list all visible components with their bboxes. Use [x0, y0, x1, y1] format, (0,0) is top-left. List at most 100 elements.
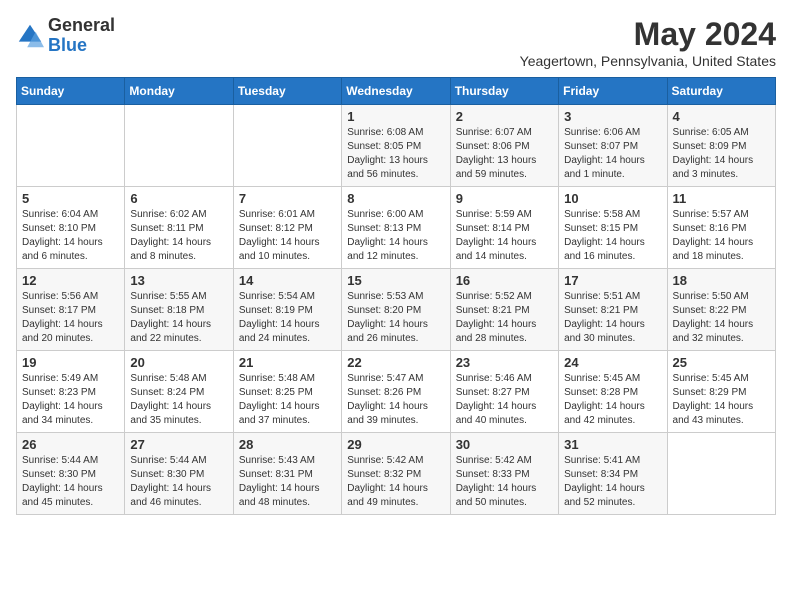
cell-sun-info: Sunrise: 5:51 AM Sunset: 8:21 PM Dayligh… — [564, 290, 661, 346]
day-number: 12 — [22, 273, 119, 288]
cell-sun-info: Sunrise: 6:06 AM Sunset: 8:07 PM Dayligh… — [564, 126, 661, 182]
cell-sun-info: Sunrise: 5:45 AM Sunset: 8:28 PM Dayligh… — [564, 372, 661, 428]
day-number: 3 — [564, 109, 661, 124]
cell-sun-info: Sunrise: 5:42 AM Sunset: 8:33 PM Dayligh… — [456, 454, 553, 510]
calendar-cell: 9 Sunrise: 5:59 AM Sunset: 8:14 PM Daylig… — [450, 187, 558, 269]
logo-text: General Blue — [48, 16, 115, 56]
day-header-saturday: Saturday — [667, 78, 775, 105]
page-header: General Blue May 2024 Yeagertown, Pennsy… — [16, 16, 776, 69]
cell-sun-info: Sunrise: 5:55 AM Sunset: 8:18 PM Dayligh… — [130, 290, 227, 346]
calendar-cell: 10 Sunrise: 5:58 AM Sunset: 8:15 PM Dayli… — [559, 187, 667, 269]
day-number: 13 — [130, 273, 227, 288]
cell-sun-info: Sunrise: 6:00 AM Sunset: 8:13 PM Dayligh… — [347, 208, 444, 264]
cell-sun-info: Sunrise: 5:47 AM Sunset: 8:26 PM Dayligh… — [347, 372, 444, 428]
cell-sun-info: Sunrise: 6:01 AM Sunset: 8:12 PM Dayligh… — [239, 208, 336, 264]
day-number: 25 — [673, 355, 770, 370]
day-number: 29 — [347, 437, 444, 452]
calendar-cell: 13 Sunrise: 5:55 AM Sunset: 8:18 PM Dayli… — [125, 269, 233, 351]
cell-sun-info: Sunrise: 6:02 AM Sunset: 8:11 PM Dayligh… — [130, 208, 227, 264]
cell-sun-info: Sunrise: 5:56 AM Sunset: 8:17 PM Dayligh… — [22, 290, 119, 346]
day-number: 9 — [456, 191, 553, 206]
calendar-cell: 30 Sunrise: 5:42 AM Sunset: 8:33 PM Dayli… — [450, 433, 558, 515]
calendar-week-row: 26 Sunrise: 5:44 AM Sunset: 8:30 PM Dayli… — [17, 433, 776, 515]
calendar-cell: 22Sunrise: 5:47 AM Sunset: 8:26 PM Dayli… — [342, 351, 450, 433]
calendar-cell: 28 Sunrise: 5:43 AM Sunset: 8:31 PM Dayli… — [233, 433, 341, 515]
cell-sun-info: Sunrise: 5:48 AM Sunset: 8:25 PM Dayligh… — [239, 372, 336, 428]
cell-sun-info: Sunrise: 6:04 AM Sunset: 8:10 PM Dayligh… — [22, 208, 119, 264]
day-header-sunday: Sunday — [17, 78, 125, 105]
day-number: 16 — [456, 273, 553, 288]
calendar-cell: 14 Sunrise: 5:54 AM Sunset: 8:19 PM Dayli… — [233, 269, 341, 351]
calendar-cell: 7 Sunrise: 6:01 AM Sunset: 8:12 PM Daylig… — [233, 187, 341, 269]
cell-sun-info: Sunrise: 5:54 AM Sunset: 8:19 PM Dayligh… — [239, 290, 336, 346]
cell-sun-info: Sunrise: 5:58 AM Sunset: 8:15 PM Dayligh… — [564, 208, 661, 264]
calendar-cell: 26 Sunrise: 5:44 AM Sunset: 8:30 PM Dayli… — [17, 433, 125, 515]
calendar-cell: 19 Sunrise: 5:49 AM Sunset: 8:23 PM Dayli… — [17, 351, 125, 433]
day-number: 8 — [347, 191, 444, 206]
cell-sun-info: Sunrise: 5:45 AM Sunset: 8:29 PM Dayligh… — [673, 372, 770, 428]
cell-sun-info: Sunrise: 5:50 AM Sunset: 8:22 PM Dayligh… — [673, 290, 770, 346]
logo: General Blue — [16, 16, 115, 56]
day-number: 18 — [673, 273, 770, 288]
cell-sun-info: Sunrise: 5:41 AM Sunset: 8:34 PM Dayligh… — [564, 454, 661, 510]
logo-blue: Blue — [48, 36, 115, 56]
calendar-cell: 3 Sunrise: 6:06 AM Sunset: 8:07 PM Daylig… — [559, 105, 667, 187]
month-year: May 2024 — [520, 16, 776, 53]
day-number: 26 — [22, 437, 119, 452]
day-number: 31 — [564, 437, 661, 452]
day-header-wednesday: Wednesday — [342, 78, 450, 105]
calendar-cell: 21Sunrise: 5:48 AM Sunset: 8:25 PM Dayli… — [233, 351, 341, 433]
day-number: 30 — [456, 437, 553, 452]
calendar-cell: 17 Sunrise: 5:51 AM Sunset: 8:21 PM Dayli… — [559, 269, 667, 351]
day-number: 2 — [456, 109, 553, 124]
day-header-friday: Friday — [559, 78, 667, 105]
calendar-week-row: 19 Sunrise: 5:49 AM Sunset: 8:23 PM Dayli… — [17, 351, 776, 433]
calendar-week-row: 1Sunrise: 6:08 AM Sunset: 8:05 PM Daylig… — [17, 105, 776, 187]
cell-sun-info: Sunrise: 5:44 AM Sunset: 8:30 PM Dayligh… — [22, 454, 119, 510]
day-number: 14 — [239, 273, 336, 288]
day-header-tuesday: Tuesday — [233, 78, 341, 105]
cell-sun-info: Sunrise: 5:59 AM Sunset: 8:14 PM Dayligh… — [456, 208, 553, 264]
cell-sun-info: Sunrise: 6:07 AM Sunset: 8:06 PM Dayligh… — [456, 126, 553, 182]
day-header-thursday: Thursday — [450, 78, 558, 105]
calendar-cell: 25 Sunrise: 5:45 AM Sunset: 8:29 PM Dayli… — [667, 351, 775, 433]
cell-sun-info: Sunrise: 5:44 AM Sunset: 8:30 PM Dayligh… — [130, 454, 227, 510]
cell-sun-info: Sunrise: 6:05 AM Sunset: 8:09 PM Dayligh… — [673, 126, 770, 182]
calendar-cell: 27Sunrise: 5:44 AM Sunset: 8:30 PM Dayli… — [125, 433, 233, 515]
cell-sun-info: Sunrise: 5:42 AM Sunset: 8:32 PM Dayligh… — [347, 454, 444, 510]
calendar-cell: 8 Sunrise: 6:00 AM Sunset: 8:13 PM Daylig… — [342, 187, 450, 269]
calendar-cell: 16 Sunrise: 5:52 AM Sunset: 8:21 PM Dayli… — [450, 269, 558, 351]
day-number: 1 — [347, 109, 444, 124]
day-number: 7 — [239, 191, 336, 206]
day-number: 23 — [456, 355, 553, 370]
calendar-cell — [17, 105, 125, 187]
calendar-table: SundayMondayTuesdayWednesdayThursdayFrid… — [16, 77, 776, 515]
calendar-week-row: 5 Sunrise: 6:04 AM Sunset: 8:10 PM Daylig… — [17, 187, 776, 269]
day-number: 4 — [673, 109, 770, 124]
calendar-cell: 6 Sunrise: 6:02 AM Sunset: 8:11 PM Daylig… — [125, 187, 233, 269]
cell-sun-info: Sunrise: 5:52 AM Sunset: 8:21 PM Dayligh… — [456, 290, 553, 346]
calendar-cell: 1Sunrise: 6:08 AM Sunset: 8:05 PM Daylig… — [342, 105, 450, 187]
day-number: 24 — [564, 355, 661, 370]
calendar-cell: 11 Sunrise: 5:57 AM Sunset: 8:16 PM Dayli… — [667, 187, 775, 269]
calendar-cell: 29 Sunrise: 5:42 AM Sunset: 8:32 PM Dayli… — [342, 433, 450, 515]
day-number: 10 — [564, 191, 661, 206]
calendar-cell: 18 Sunrise: 5:50 AM Sunset: 8:22 PM Dayli… — [667, 269, 775, 351]
calendar-cell — [125, 105, 233, 187]
day-number: 19 — [22, 355, 119, 370]
calendar-cell: 4 Sunrise: 6:05 AM Sunset: 8:09 PM Daylig… — [667, 105, 775, 187]
day-header-monday: Monday — [125, 78, 233, 105]
day-number: 5 — [22, 191, 119, 206]
cell-sun-info: Sunrise: 5:53 AM Sunset: 8:20 PM Dayligh… — [347, 290, 444, 346]
logo-general: General — [48, 16, 115, 36]
calendar-cell: 15Sunrise: 5:53 AM Sunset: 8:20 PM Dayli… — [342, 269, 450, 351]
location: Yeagertown, Pennsylvania, United States — [520, 53, 776, 69]
day-number: 17 — [564, 273, 661, 288]
calendar-cell: 24 Sunrise: 5:45 AM Sunset: 8:28 PM Dayli… — [559, 351, 667, 433]
cell-sun-info: Sunrise: 5:49 AM Sunset: 8:23 PM Dayligh… — [22, 372, 119, 428]
cell-sun-info: Sunrise: 5:43 AM Sunset: 8:31 PM Dayligh… — [239, 454, 336, 510]
day-number: 11 — [673, 191, 770, 206]
cell-sun-info: Sunrise: 5:57 AM Sunset: 8:16 PM Dayligh… — [673, 208, 770, 264]
day-number: 28 — [239, 437, 336, 452]
day-number: 6 — [130, 191, 227, 206]
